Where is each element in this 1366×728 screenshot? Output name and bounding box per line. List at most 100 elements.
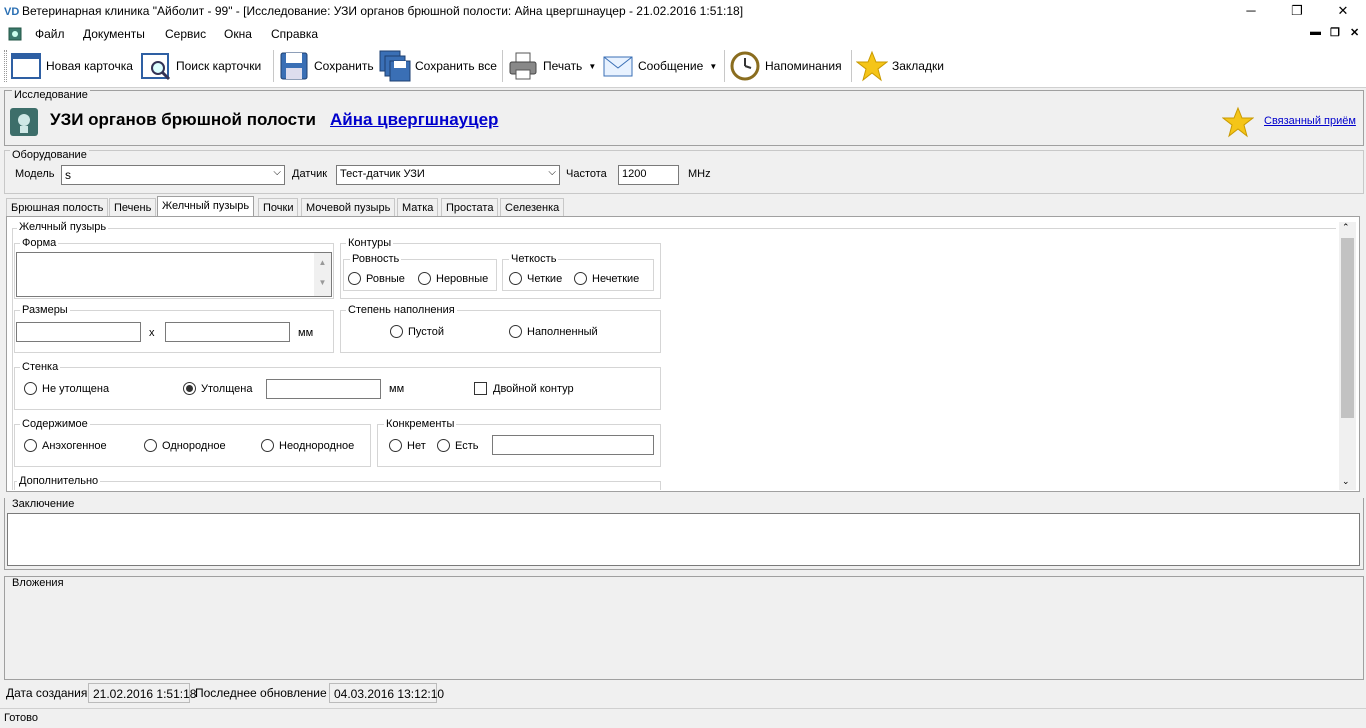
- mdi-minimize-button[interactable]: ▬: [1310, 26, 1321, 38]
- wall-thickness-input[interactable]: [266, 379, 381, 399]
- attachments-label: Вложения: [12, 577, 64, 589]
- mdi-restore-button[interactable]: ❐: [1330, 26, 1340, 39]
- clear-radio[interactable]: [509, 272, 522, 285]
- scroll-up-icon[interactable]: ⌃: [1342, 222, 1350, 233]
- linked-visit-link[interactable]: Связанный приём: [1264, 115, 1356, 127]
- bookmark-star-icon[interactable]: [1221, 106, 1255, 138]
- heterogeneous-radio[interactable]: [261, 439, 274, 452]
- stones-label: Конкременты: [384, 418, 457, 430]
- contours-label: Контуры: [346, 237, 394, 249]
- tab-uterus[interactable]: Матка: [397, 198, 439, 216]
- tab-liver[interactable]: Печень: [109, 198, 157, 216]
- additional-group: [14, 481, 661, 490]
- tab-gallbladder[interactable]: Желчный пузырь: [157, 196, 255, 216]
- gallbladder-label: Желчный пузырь: [17, 221, 109, 233]
- find-card-button[interactable]: Поиск карточки: [140, 47, 261, 85]
- new-card-button[interactable]: Новая карточка: [10, 47, 133, 85]
- print-dropdown-icon[interactable]: ▼: [588, 62, 596, 71]
- search-card-icon: [140, 50, 172, 82]
- even-radio[interactable]: [348, 272, 361, 285]
- fill-label: Степень наполнения: [346, 304, 457, 316]
- size-label: Размеры: [20, 304, 70, 316]
- content-label: Содержимое: [20, 418, 90, 430]
- even-label: Ровные: [366, 273, 405, 285]
- size-length-input[interactable]: [16, 322, 141, 342]
- menu-file[interactable]: Файл: [35, 27, 65, 41]
- menu-service[interactable]: Сервис: [165, 27, 206, 41]
- updated-label: Последнее обновление: [195, 686, 327, 700]
- created-label: Дата создания: [6, 686, 88, 700]
- conclusion-textarea[interactable]: [7, 513, 1360, 566]
- toolbar-grip[interactable]: [4, 50, 7, 82]
- shape-scrollbar[interactable]: ▲ ▼: [314, 253, 331, 296]
- sensor-label: Датчик: [292, 168, 328, 180]
- menu-help[interactable]: Справка: [271, 27, 318, 41]
- save-all-button[interactable]: Сохранить все: [379, 47, 497, 85]
- bookmarks-button[interactable]: Закладки: [856, 47, 944, 85]
- scroll-down-icon[interactable]: ⌄: [1342, 476, 1350, 487]
- frequency-input[interactable]: 1200: [618, 165, 679, 185]
- uneven-label: Неровные: [436, 273, 489, 285]
- uneven-radio[interactable]: [418, 272, 431, 285]
- anechoic-radio[interactable]: [24, 439, 37, 452]
- print-button[interactable]: Печать ▼: [507, 47, 596, 85]
- tab-spleen[interactable]: Селезенка: [500, 198, 565, 216]
- shape-textarea[interactable]: [16, 252, 332, 297]
- wall-label: Стенка: [20, 361, 61, 373]
- fill-group: [340, 310, 661, 353]
- study-title: УЗИ органов брюшной полости: [50, 110, 316, 129]
- not-thickened-radio[interactable]: [24, 382, 37, 395]
- stones-yes-radio[interactable]: [437, 439, 450, 452]
- model-combo[interactable]: s ⌵: [61, 165, 285, 185]
- mdi-child-icon[interactable]: [8, 27, 22, 41]
- tab-prostate[interactable]: Простата: [441, 198, 499, 216]
- app-logo: VD: [4, 6, 20, 18]
- attachments-panel: [4, 576, 1364, 680]
- scroll-thumb[interactable]: [1341, 238, 1354, 418]
- homogeneous-radio[interactable]: [144, 439, 157, 452]
- stones-input[interactable]: [492, 435, 654, 455]
- save-button[interactable]: Сохранить: [278, 47, 374, 85]
- tab-bladder[interactable]: Мочевой пузырь: [301, 198, 396, 216]
- message-dropdown-icon[interactable]: ▼: [709, 62, 717, 71]
- size-x-label: x: [149, 327, 155, 339]
- tab-abdomen[interactable]: Брюшная полость: [6, 198, 109, 216]
- stones-no-label: Нет: [407, 440, 426, 452]
- menu-windows[interactable]: Окна: [224, 27, 252, 41]
- minimize-button[interactable]: ─: [1228, 0, 1274, 24]
- empty-radio[interactable]: [390, 325, 403, 338]
- evenness-label: Ровность: [350, 253, 402, 265]
- filled-label: Наполненный: [527, 326, 598, 338]
- mdi-close-button[interactable]: ✕: [1350, 26, 1359, 39]
- created-value: 21.02.2016 1:51:18: [88, 683, 196, 703]
- envelope-icon: [602, 50, 634, 82]
- updated-value: 04.03.2016 13:12:10: [329, 683, 444, 703]
- status-text: Готово: [4, 712, 38, 724]
- double-contour-checkbox[interactable]: [474, 382, 487, 395]
- stones-no-radio[interactable]: [389, 439, 402, 452]
- sensor-combo[interactable]: Тест-датчик УЗИ ⌵: [336, 165, 560, 185]
- printer-icon: [507, 50, 539, 82]
- filled-radio[interactable]: [509, 325, 522, 338]
- chevron-down-icon: ⌵: [548, 167, 556, 178]
- equipment-section-label: Оборудование: [10, 149, 89, 161]
- close-button[interactable]: ✕: [1320, 0, 1366, 24]
- unclear-label: Нечеткие: [592, 273, 640, 285]
- restore-button[interactable]: ❐: [1274, 0, 1320, 24]
- menu-documents[interactable]: Документы: [83, 27, 145, 41]
- patient-link[interactable]: Айна цвергшнауцер: [330, 110, 498, 130]
- unclear-radio[interactable]: [574, 272, 587, 285]
- status-bar: [0, 708, 1366, 728]
- study-section-label: Исследование: [12, 89, 90, 101]
- shape-label: Форма: [20, 237, 59, 249]
- clock-icon: [729, 50, 761, 82]
- tab-kidneys[interactable]: Почки: [258, 198, 299, 216]
- wall-unit-label: мм: [389, 383, 405, 395]
- thickened-radio[interactable]: [183, 382, 196, 395]
- message-button[interactable]: Сообщение ▼: [602, 47, 717, 85]
- reminders-button[interactable]: Напоминания: [729, 47, 842, 85]
- not-thickened-label: Не утолщена: [42, 383, 110, 395]
- size-width-input[interactable]: [165, 322, 290, 342]
- homogeneous-label: Однородное: [162, 440, 226, 452]
- empty-label: Пустой: [408, 326, 444, 338]
